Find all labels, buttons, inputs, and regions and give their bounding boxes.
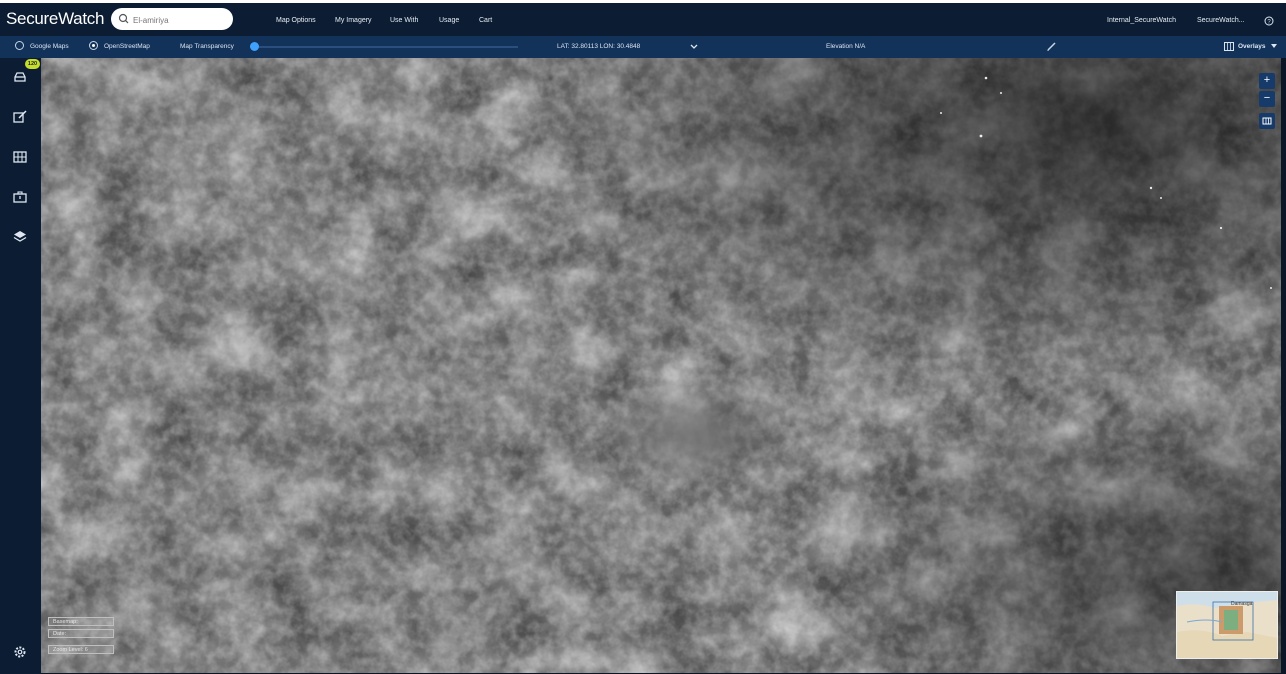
caret-down-icon[interactable] — [1271, 44, 1277, 49]
orders-icon[interactable] — [12, 69, 28, 85]
search-icon — [118, 13, 129, 24]
left-toolbar: 120 — [0, 58, 41, 674]
search-box[interactable] — [111, 8, 233, 30]
notification-badge: 120 — [25, 59, 40, 69]
satellite-map[interactable] — [41, 58, 1281, 673]
search-input[interactable] — [131, 11, 231, 29]
help-circle-icon[interactable]: ? — [1264, 16, 1274, 26]
chevron-down-icon[interactable] — [689, 42, 699, 52]
google-maps-radio[interactable] — [15, 41, 24, 50]
overlays-icon — [1224, 42, 1234, 51]
menu-use-with[interactable]: Use With — [390, 17, 418, 24]
elevation-readout: Elevation N/A — [826, 43, 866, 50]
osm-label: OpenStreetMap — [104, 43, 150, 50]
basemap-info: Basemap: — [48, 617, 114, 626]
layers-icon[interactable] — [12, 229, 28, 245]
satellite-imagery — [41, 58, 1281, 673]
map-controls-bar: Google Maps OpenStreetMap Map Transparen… — [0, 36, 1286, 58]
google-maps-label: Google Maps — [30, 43, 69, 50]
zoom-level-info: Zoom Level: 6 — [48, 645, 114, 654]
date-info: Date: — [48, 629, 114, 638]
zoom-out-button[interactable]: − — [1259, 91, 1275, 107]
menu-map-options[interactable]: Map Options — [276, 17, 316, 24]
briefcase-icon[interactable] — [12, 189, 28, 205]
overview-minimap[interactable]: Damasga — [1176, 591, 1278, 659]
minimap-graphic — [1177, 592, 1277, 658]
grid-icon[interactable] — [12, 149, 28, 165]
menu-my-imagery[interactable]: My Imagery — [335, 17, 372, 24]
pencil-icon[interactable] — [1046, 41, 1057, 52]
settings-icon[interactable] — [12, 644, 28, 660]
osm-radio[interactable] — [89, 41, 98, 50]
overlays-menu[interactable]: Overlays — [1238, 43, 1265, 50]
app-logo[interactable]: SecureWatch — [6, 9, 104, 29]
edit-icon[interactable] — [12, 109, 28, 125]
transparency-slider-handle[interactable] — [250, 42, 259, 51]
minimap-label: Damasga — [1231, 601, 1253, 607]
transparency-label: Map Transparency — [180, 43, 234, 50]
menu-cart[interactable]: Cart — [479, 17, 492, 24]
org-name[interactable]: Internal_SecureWatch — [1107, 17, 1176, 24]
transparency-slider-track[interactable] — [250, 46, 518, 48]
map-view-button[interactable] — [1259, 113, 1275, 129]
map-view-icon — [1262, 117, 1272, 125]
coordinates-readout: LAT: 32.80113 LON: 30.4848 — [557, 43, 641, 50]
top-navigation-bar: SecureWatch Map Options My Imagery Use W… — [0, 0, 1286, 36]
account-menu[interactable]: SecureWatch... — [1197, 17, 1245, 24]
menu-usage[interactable]: Usage — [439, 17, 459, 24]
zoom-in-button[interactable]: + — [1259, 73, 1275, 89]
